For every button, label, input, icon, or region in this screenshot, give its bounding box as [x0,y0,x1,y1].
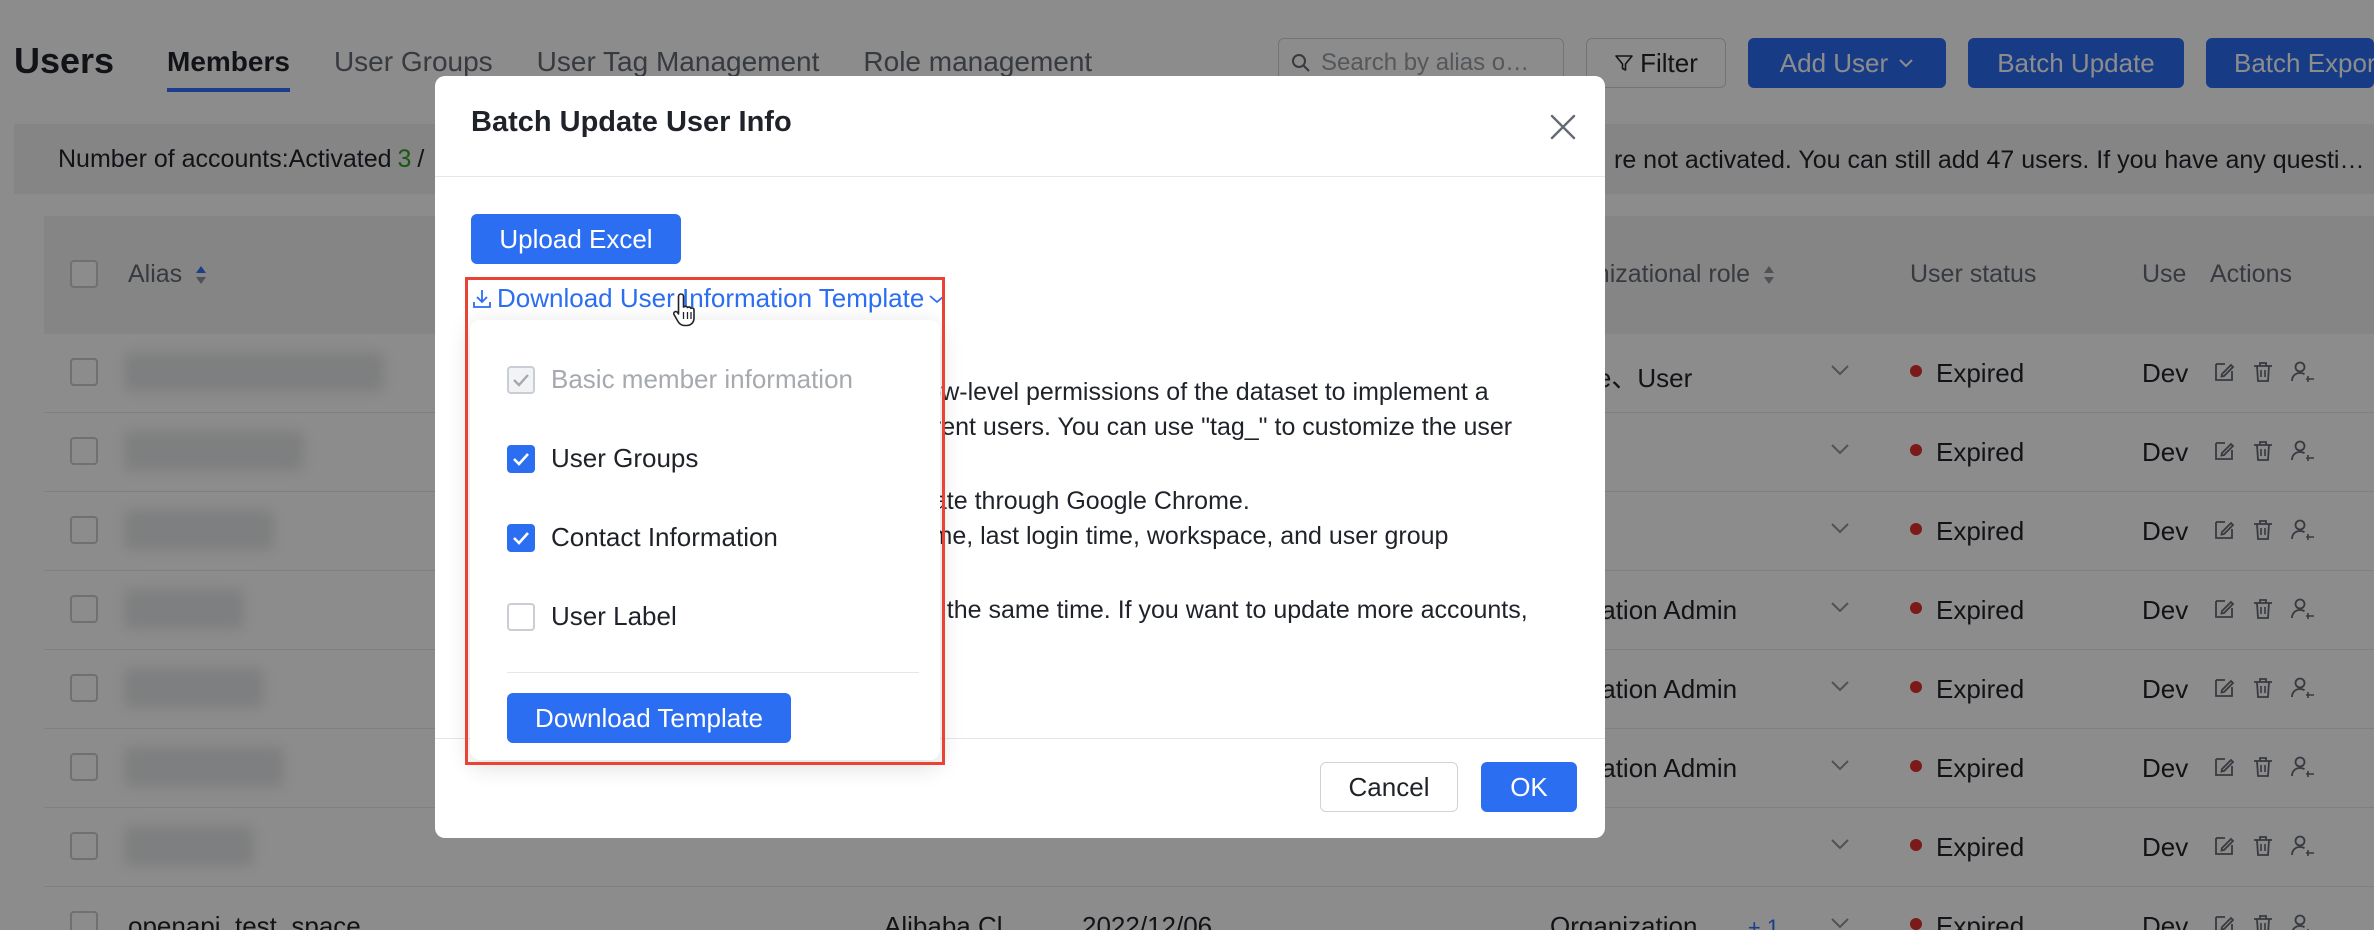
download-template-link[interactable]: Download User Information Template [471,283,946,314]
upload-excel-button[interactable]: Upload Excel [471,214,681,264]
hand-cursor-icon [672,292,700,328]
option-user-label[interactable]: User Label [507,601,677,632]
option-label: User Label [551,601,677,631]
instruction-line: date through Google Chrome. [919,487,1250,515]
option-label: Basic member information [551,364,853,394]
checkbox-unchecked[interactable] [507,602,535,631]
checkbox-checked[interactable] [507,444,535,473]
ok-button[interactable]: OK [1481,762,1577,812]
modal-title: Batch Update User Info [471,106,792,138]
dropdown-divider [507,672,919,673]
instruction-line: at the same time. If you want to update … [919,596,1528,624]
checkbox-checked[interactable] [507,523,535,552]
option-contact-information[interactable]: Contact Information [507,522,778,553]
option-basic-member-info: Basic member information [507,364,853,395]
option-label: User Groups [551,443,699,473]
download-template-button[interactable]: Download Template [507,693,791,743]
close-icon[interactable] [1548,112,1578,142]
download-icon [471,288,493,310]
instruction-line: erent users. You can use "tag_" to custo… [919,413,1513,441]
option-user-groups[interactable]: User Groups [507,443,698,474]
template-options-dropdown: Basic member information User Groups Con… [470,320,940,760]
instruction-line: row-level permissions of the dataset to … [919,378,1489,406]
option-label: Contact Information [551,522,778,552]
instruction-line: time, last login time, workspace, and us… [919,522,1449,550]
modal-header-divider [435,176,1605,177]
cancel-button[interactable]: Cancel [1320,762,1458,812]
download-template-label: Download User Information Template [497,283,925,313]
checkbox-checked-disabled [507,365,535,394]
chevron-down-icon [928,293,946,305]
